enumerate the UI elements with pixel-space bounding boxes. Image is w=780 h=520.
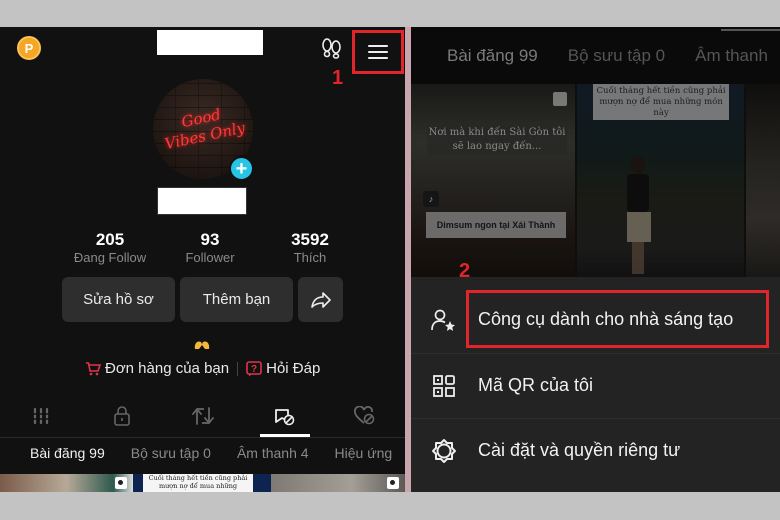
- qa-link[interactable]: ? Hỏi Đáp: [246, 360, 320, 377]
- coin-icon[interactable]: P: [17, 36, 41, 60]
- username-redacted: [157, 30, 263, 55]
- grid-icon: [31, 407, 50, 425]
- tab-videos[interactable]: [0, 395, 81, 437]
- menu-panel: Bài đăng 99 Bộ sưu tập 0 Âm thanh Nơi mà…: [411, 27, 780, 492]
- tab-reposts[interactable]: [162, 395, 243, 437]
- tab-liked[interactable]: [324, 395, 405, 437]
- add-avatar-button[interactable]: +: [229, 156, 254, 181]
- svg-text:?: ?: [251, 364, 257, 375]
- video-thumbnail: Nơi mà khi đến Sài Gòn tôi sẽ lao ngay đ…: [411, 84, 576, 277]
- menu-item-qr-code[interactable]: Mã QR của tôi: [411, 353, 780, 418]
- stat-label: Follower: [185, 250, 235, 265]
- orders-link-label: Đơn hàng của bạn: [105, 360, 230, 377]
- lock-icon: [113, 406, 130, 426]
- qr-code-icon: [431, 373, 457, 399]
- profile-actions: Sửa hồ sơ Thêm bạn: [62, 277, 343, 322]
- stat-label: Thích: [293, 250, 327, 265]
- subtab-sounds[interactable]: Âm thanh 4: [237, 445, 309, 461]
- video-thumbnail[interactable]: [271, 474, 405, 492]
- subtab-posts[interactable]: Bài đăng 99: [30, 445, 105, 461]
- stat-value: 93: [200, 230, 220, 249]
- link-divider: [237, 361, 239, 376]
- video-thumbnail[interactable]: Cuối tháng hết tiền cũng phải mượn nợ để…: [133, 474, 271, 492]
- liked-icon: [353, 406, 374, 425]
- stat-label: Đang Follow: [73, 250, 147, 265]
- question-icon: ?: [246, 360, 262, 376]
- edit-profile-button[interactable]: Sửa hồ sơ: [62, 277, 175, 322]
- photo-icon: [387, 477, 399, 489]
- stat-followers[interactable]: 93 Follower: [160, 230, 260, 266]
- share-profile-button[interactable]: [298, 277, 343, 322]
- video-thumbnail: [746, 84, 780, 277]
- sub-tabs: Bài đăng 99 Bộ sưu tập 0 Âm thanh 4 Hiệu…: [30, 445, 392, 461]
- profile-links: Đơn hàng của bạn ? Hỏi Đáp: [85, 360, 320, 377]
- stat-value: 205: [95, 230, 125, 249]
- dimmed-video-grid: Nơi mà khi đến Sài Gòn tôi sẽ lao ngay đ…: [411, 84, 780, 277]
- stat-value: 3592: [291, 230, 329, 249]
- menu-sheet: Công cụ dành cho nhà sáng tạo Mã QR của …: [411, 277, 780, 492]
- tab-saved[interactable]: [243, 395, 324, 437]
- screenshot-stage: P 1 Good Vibes Only + 205 Đang Follow 93…: [0, 0, 780, 520]
- content-icon-tabs: [0, 395, 405, 437]
- footprints-icon[interactable]: [320, 37, 342, 59]
- tab-private[interactable]: [81, 395, 162, 437]
- step-marker-1: 1: [332, 67, 344, 89]
- dimmed-sub-tabs: Bài đăng 99 Bộ sưu tập 0 Âm thanh: [411, 27, 780, 84]
- heart-hands-icon: [194, 341, 210, 349]
- hamburger-icon: [368, 45, 388, 59]
- stat-following[interactable]: 205 Đang Follow: [60, 230, 160, 266]
- subtab-collections: Bộ sưu tập 0: [567, 46, 666, 65]
- menu-item-creator-tools[interactable]: Công cụ dành cho nhà sáng tạo: [411, 287, 780, 352]
- menu-item-label: Mã QR của tôi: [478, 375, 594, 395]
- tabs-divider: [0, 437, 405, 438]
- stat-likes[interactable]: 3592 Thích: [260, 230, 360, 266]
- bookmark-icon: [274, 409, 294, 426]
- menu-item-label: Công cụ dành cho nhà sáng tạo: [478, 309, 734, 329]
- orders-link[interactable]: Đơn hàng của bạn: [85, 360, 229, 377]
- creator-tools-icon: [431, 307, 457, 333]
- video-thumbnail: Cuối tháng hết tiền cũng phải mượn nợ để…: [577, 84, 745, 277]
- video-thumbnail[interactable]: [0, 474, 133, 492]
- add-friend-button[interactable]: Thêm bạn: [180, 277, 293, 322]
- cart-icon: [86, 362, 101, 376]
- subtab-posts: Bài đăng 99: [447, 46, 538, 65]
- profile-panel: P 1 Good Vibes Only + 205 Đang Follow 93…: [0, 27, 405, 492]
- video-thumbnails: Cuối tháng hết tiền cũng phải mượn nợ để…: [0, 474, 405, 492]
- repost-icon: [191, 407, 214, 425]
- photo-icon: [115, 477, 127, 489]
- qa-link-label: Hỏi Đáp: [266, 360, 321, 377]
- thumbnail-caption: Cuối tháng hết tiền cũng phải mượn nợ để…: [143, 474, 253, 492]
- menu-item-settings[interactable]: Cài đặt và quyền riêng tư: [411, 418, 780, 483]
- menu-item-label: Cài đặt và quyền riêng tư: [478, 440, 681, 460]
- subtab-sounds: Âm thanh: [695, 46, 768, 65]
- profile-stats: 205 Đang Follow 93 Follower 3592 Thích: [60, 230, 360, 266]
- menu-button[interactable]: [352, 30, 404, 74]
- subtab-effects[interactable]: Hiệu ứng: [335, 445, 393, 461]
- share-icon: [310, 291, 331, 308]
- subtab-collections[interactable]: Bộ sưu tập 0: [131, 445, 211, 461]
- settings-icon: [431, 438, 457, 464]
- display-name-redacted: [157, 187, 247, 215]
